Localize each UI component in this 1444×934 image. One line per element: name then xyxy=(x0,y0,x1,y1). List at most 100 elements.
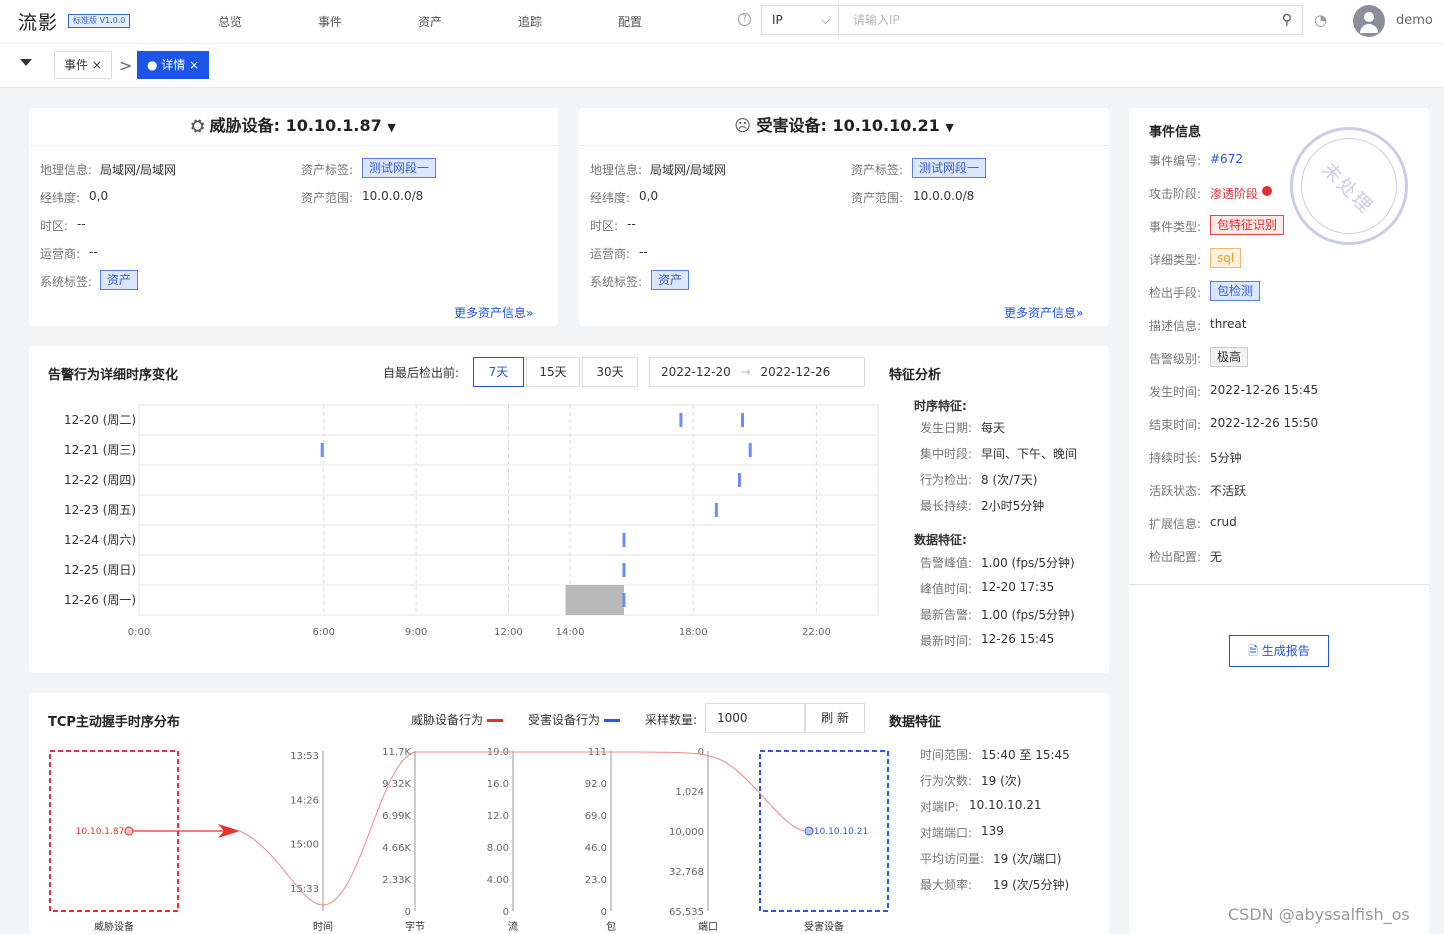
chevron-right-icon: > xyxy=(119,56,133,75)
asset-range-label: 资产范围: xyxy=(301,191,354,205)
axis-tick-label: 0 xyxy=(601,907,607,918)
alarm-point[interactable] xyxy=(737,473,741,487)
generate-report-button[interactable]: 🗎 生成报告 xyxy=(1229,635,1329,667)
victim-node[interactable] xyxy=(804,826,814,836)
system-tag[interactable]: 资产 xyxy=(100,270,139,290)
event-field-label: 攻击阶段: xyxy=(1149,187,1202,201)
latlng-value: 0,0 xyxy=(89,189,109,203)
alarm-point[interactable] xyxy=(622,563,626,577)
avatar[interactable] xyxy=(1353,5,1385,37)
feature-value: 10.10.10.21 xyxy=(969,798,1042,812)
axis-tick-label: 4.00 xyxy=(487,875,509,886)
collapse-icon[interactable] xyxy=(20,59,32,66)
legend-threat-label: 威胁设备行为 xyxy=(411,713,484,727)
threat-device-header[interactable]: ⛭ 威胁设备: 10.10.1.87 ▼ xyxy=(29,108,558,146)
feature-value: 12-20 17:35 xyxy=(981,580,1055,594)
tab-events[interactable]: 事件 × xyxy=(54,51,112,79)
handshake-series-line[interactable] xyxy=(239,751,807,906)
hour-tick-label: 12:00 xyxy=(494,627,523,638)
system-tag-label: 系统标签: xyxy=(590,275,643,289)
nav-trace[interactable]: 追踪 xyxy=(518,13,542,30)
event-field-tag[interactable]: 包检测 xyxy=(1210,281,1261,301)
hour-tick-label: 22:00 xyxy=(802,627,831,638)
range-30d-button[interactable]: 30天 xyxy=(582,357,638,387)
nav-config[interactable]: 配置 xyxy=(618,13,642,30)
app-logo[interactable]: 流影 xyxy=(18,8,58,35)
tcp-feature-title: 数据特征 xyxy=(889,715,942,730)
axis-label: 时间 xyxy=(313,920,333,933)
asset-tag[interactable]: 测试网段一 xyxy=(362,158,437,178)
sample-input[interactable]: 1000 xyxy=(705,703,805,733)
event-field-value: 2022-12-26 15:45 xyxy=(1210,383,1319,397)
system-tag[interactable]: 资产 xyxy=(651,270,690,290)
event-field-label: 结束时间: xyxy=(1149,418,1202,432)
feature-label: 行为检出: xyxy=(920,473,973,487)
axis-tick-label: 92.0 xyxy=(585,779,607,790)
refresh-button[interactable]: 刷 新 xyxy=(805,703,865,733)
event-field-value: 渗透阶段 xyxy=(1210,187,1259,201)
axis-tick-label: 12.0 xyxy=(487,811,509,822)
nav-events[interactable]: 事件 xyxy=(318,13,342,30)
tz-value: -- xyxy=(627,217,636,231)
username[interactable]: demo xyxy=(1396,13,1433,28)
chevron-down-icon: ⌵ xyxy=(820,13,830,27)
event-field-tag[interactable]: 极高 xyxy=(1210,347,1249,367)
feature-value: 12-26 15:45 xyxy=(981,632,1055,646)
range-7d-button[interactable]: 7天 xyxy=(473,357,524,387)
tab-detail-label: ● 详情 xyxy=(147,58,186,72)
alarm-point[interactable] xyxy=(714,503,718,517)
alarm-point[interactable] xyxy=(622,593,626,607)
alarm-point[interactable] xyxy=(622,533,626,547)
asset-tag-label: 资产标签: xyxy=(301,163,354,177)
feature-label: 对端IP: xyxy=(920,800,959,814)
alarm-point[interactable] xyxy=(679,413,683,427)
asset-tag[interactable]: 测试网段一 xyxy=(912,158,987,178)
help-icon[interactable]: ? xyxy=(738,13,751,26)
skull-icon xyxy=(1262,186,1272,196)
ts-feature-title: 时序特征: xyxy=(914,399,967,413)
feature-label: 最长持续: xyxy=(920,499,973,513)
search-type-select[interactable]: IP ⌵ xyxy=(761,5,839,35)
event-field-tag[interactable]: sql xyxy=(1210,248,1242,268)
event-field-tag[interactable]: 包特征识别 xyxy=(1210,215,1285,235)
feature-value: 139 xyxy=(981,824,1004,838)
tcp-title: TCP主动握手时序分布 xyxy=(48,715,180,730)
tz-label: 时区: xyxy=(590,219,619,233)
divider xyxy=(1129,584,1429,585)
geo-label: 地理信息: xyxy=(590,163,643,177)
tz-value: -- xyxy=(77,217,86,231)
legend-threat-swatch xyxy=(486,719,503,722)
hour-tick-label: 9:00 xyxy=(405,627,427,638)
axis-tick-label: 32,768 xyxy=(669,867,704,878)
history-icon[interactable]: ◔ xyxy=(1314,11,1327,29)
tab-detail[interactable]: ● 详情 × xyxy=(137,51,210,79)
search-input[interactable] xyxy=(839,6,1239,34)
more-asset-link[interactable]: 更多资产信息» xyxy=(454,304,533,321)
axis-tick-label: 2.33K xyxy=(382,875,411,886)
victim-device-header[interactable]: ☹ 受害设备: 10.10.10.21 ▼ xyxy=(579,108,1109,146)
date-range-picker[interactable]: 2022-12-20 → 2022-12-26 xyxy=(649,357,865,387)
threat-node[interactable] xyxy=(124,826,134,836)
nav-assets[interactable]: 资产 xyxy=(418,13,442,30)
close-icon[interactable]: × xyxy=(189,58,199,72)
alarm-point[interactable] xyxy=(748,443,752,457)
more-asset-link[interactable]: 更多资产信息» xyxy=(1004,304,1083,321)
nav-overview[interactable]: 总览 xyxy=(218,13,242,30)
event-field-value: crud xyxy=(1210,515,1237,529)
search-icon[interactable]: ⚲ xyxy=(1282,12,1292,28)
close-icon[interactable]: × xyxy=(92,58,102,72)
asset-tag-label: 资产标签: xyxy=(851,163,904,177)
axis-label: 字节 xyxy=(405,920,425,933)
axis-tick-label: 6.99K xyxy=(382,811,411,822)
axis-tick-label: 8.00 xyxy=(487,843,509,854)
date-to: 2022-12-26 xyxy=(760,365,831,379)
alarm-point[interactable] xyxy=(741,413,745,427)
event-field-value[interactable]: #672 xyxy=(1210,152,1243,166)
report-label: 生成报告 xyxy=(1261,644,1310,658)
feature-label: 告警峰值: xyxy=(920,556,973,570)
axis-label: 包 xyxy=(606,920,616,933)
feature-value: 19 (次/5分钟) xyxy=(993,878,1070,892)
hour-tick-label: 18:00 xyxy=(679,627,708,638)
range-15d-button[interactable]: 15天 xyxy=(526,357,580,387)
alarm-point[interactable] xyxy=(320,443,324,457)
